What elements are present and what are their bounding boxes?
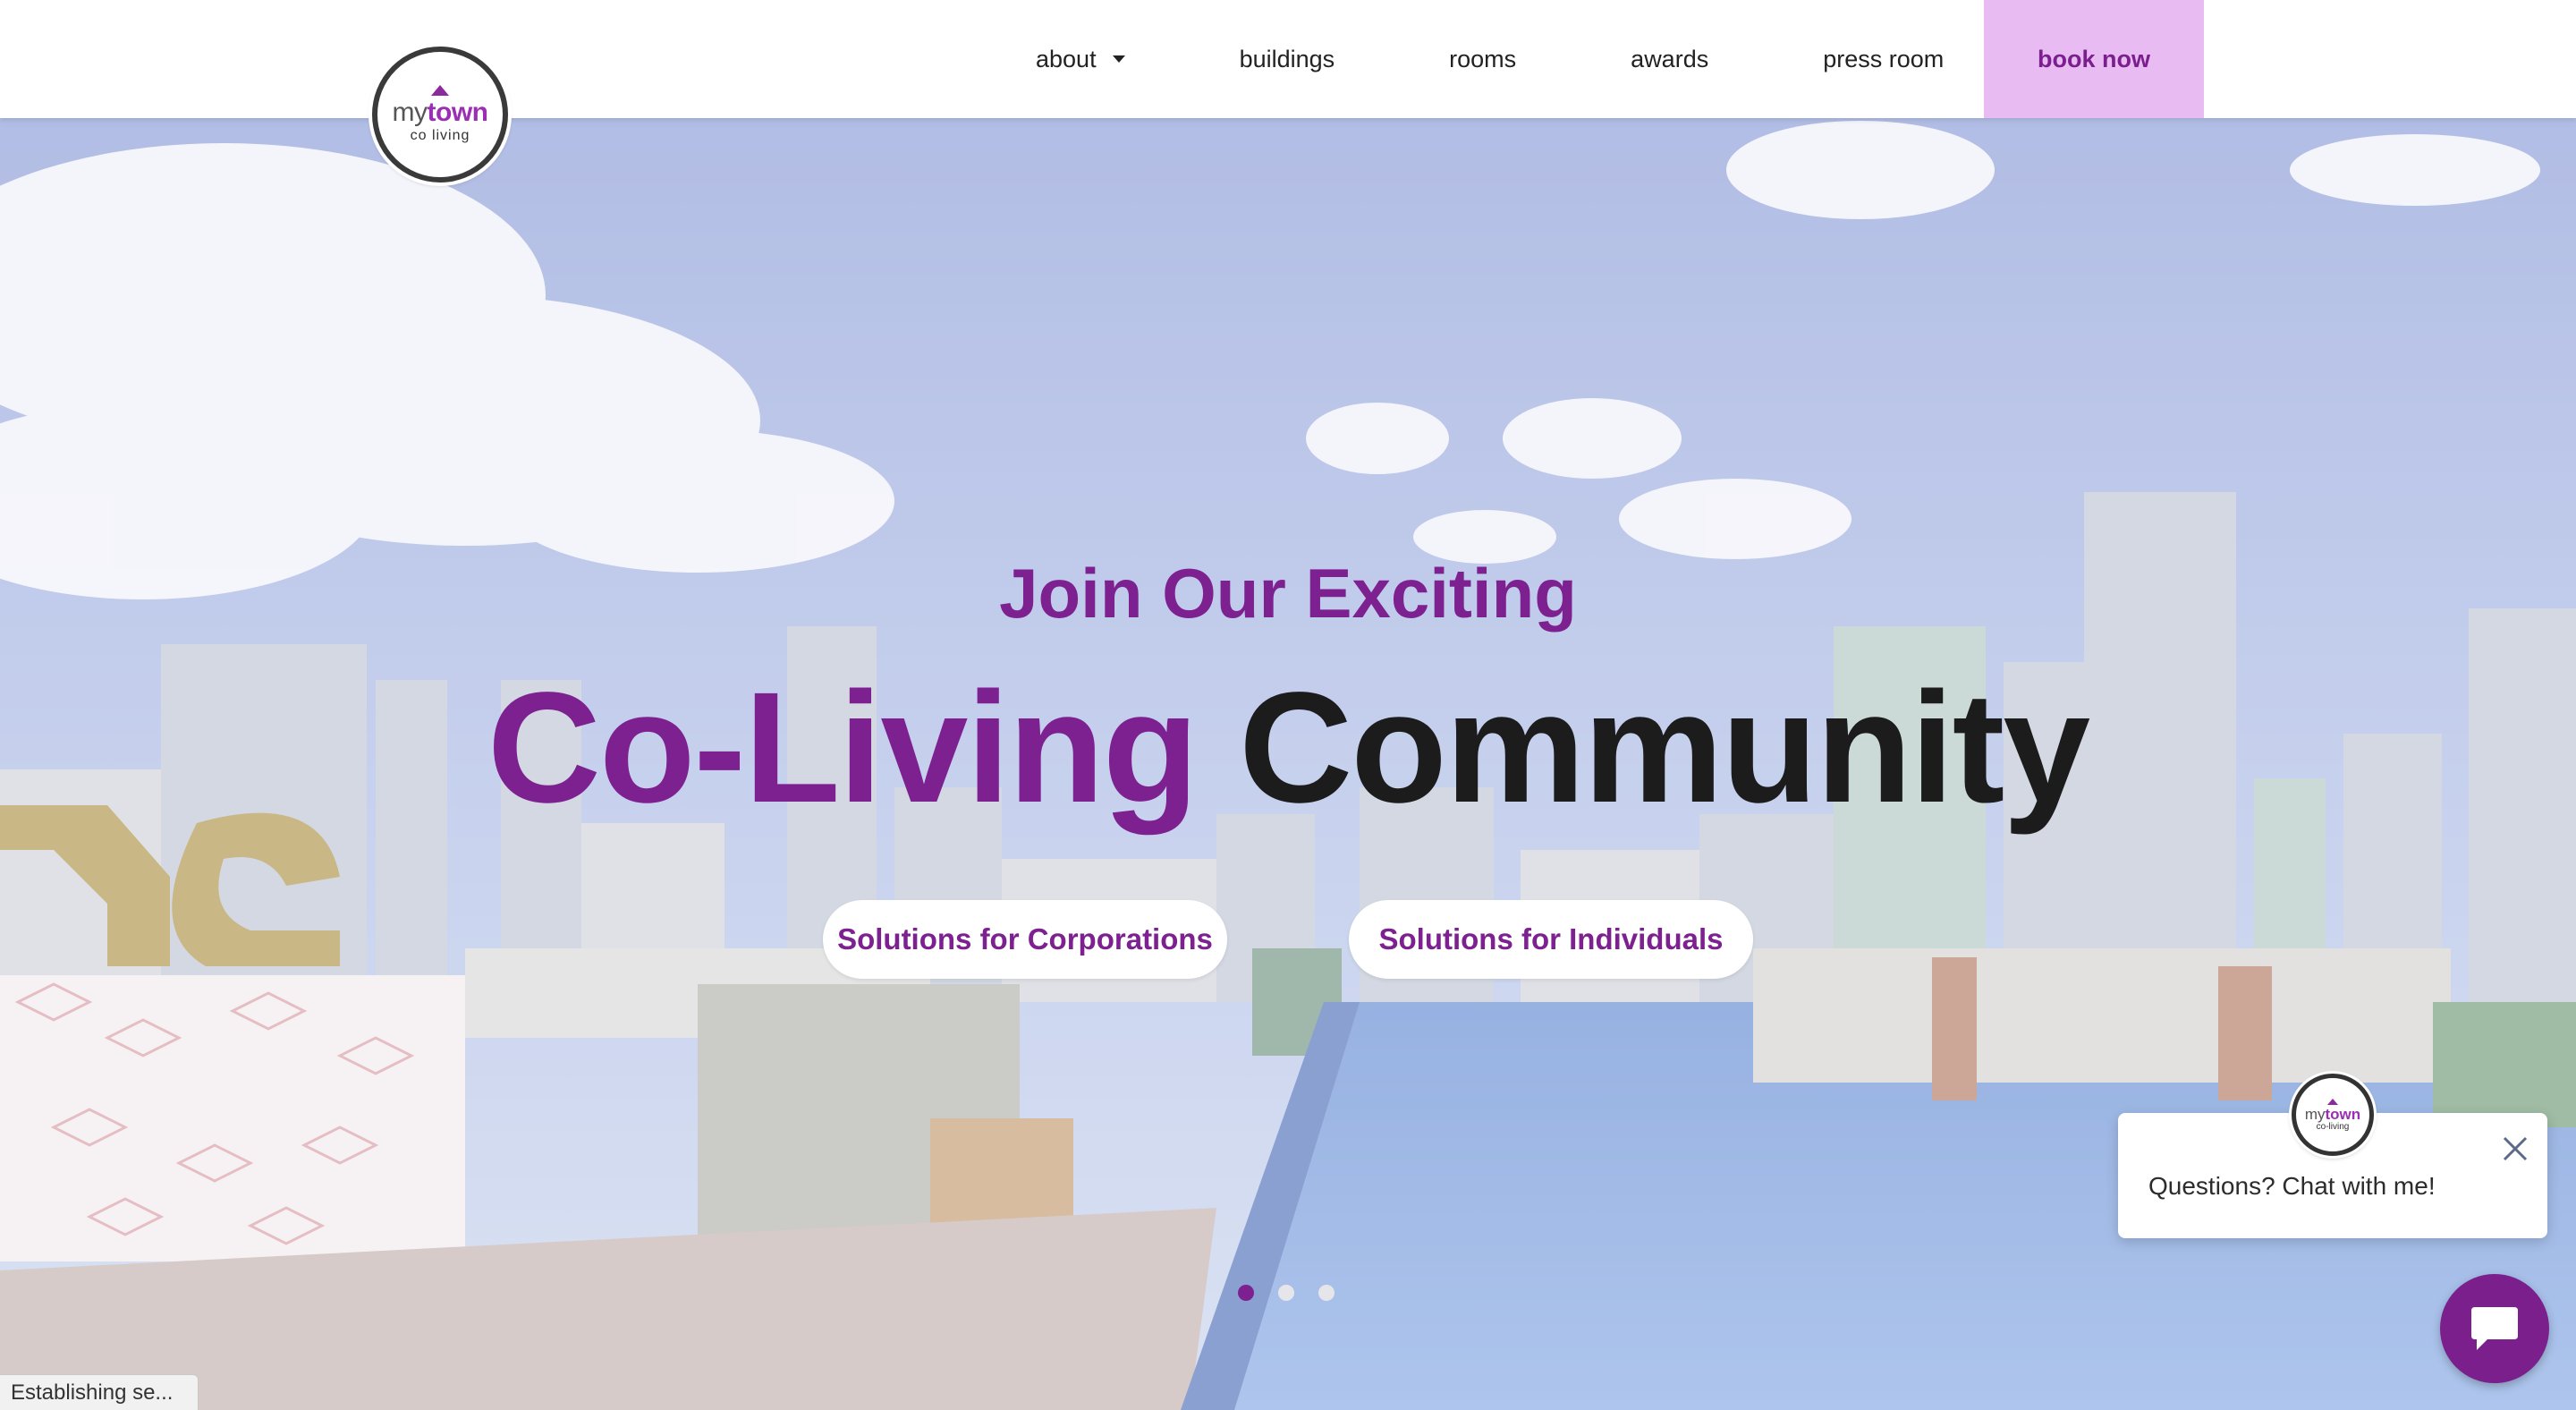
carousel-dot-1[interactable] — [1238, 1285, 1254, 1301]
roof-icon — [431, 85, 449, 96]
chat-launcher-button[interactable] — [2440, 1274, 2549, 1383]
hero-kicker: Join Our Exciting — [999, 554, 1577, 633]
carousel-dot-3[interactable] — [1318, 1285, 1335, 1301]
individuals-button[interactable]: Solutions for Individuals — [1349, 900, 1753, 979]
corporations-button[interactable]: Solutions for Corporations — [823, 900, 1227, 979]
close-icon[interactable] — [2499, 1133, 2531, 1165]
nav-awards[interactable]: awards — [1573, 0, 1766, 118]
nav-about-label: about — [1036, 45, 1097, 72]
caret-down-icon — [1112, 55, 1125, 63]
headline-colored: Co-Living — [487, 660, 1199, 836]
chat-bubble-icon — [2471, 1307, 2518, 1350]
main-nav: about buildings rooms awards press room — [993, 0, 2001, 118]
chat-avatar-town: town — [2325, 1105, 2361, 1123]
site-logo[interactable]: mytown co living — [372, 47, 508, 183]
hero-headline: Co-Living Community — [0, 667, 2576, 828]
chat-avatar: mytown co-living — [2292, 1074, 2374, 1156]
logo-my: my — [392, 98, 428, 127]
nav-about[interactable]: about — [993, 0, 1182, 118]
nav-buildings[interactable]: buildings — [1182, 0, 1393, 118]
chat-avatar-subtitle: co-living — [2316, 1121, 2350, 1132]
logo-town: town — [427, 98, 488, 127]
chat-avatar-wordmark: mytown — [2305, 1107, 2360, 1122]
logo-subtitle: co living — [410, 128, 470, 143]
nav-press-room[interactable]: press room — [1766, 0, 2001, 118]
carousel-dots — [1238, 1285, 1335, 1301]
book-now-button[interactable]: book now — [1984, 0, 2204, 118]
browser-status-bar: Establishing se... — [0, 1374, 199, 1410]
carousel-dot-2[interactable] — [1278, 1285, 1294, 1301]
chat-avatar-my: my — [2304, 1105, 2326, 1123]
roof-icon — [2327, 1098, 2338, 1105]
nav-rooms[interactable]: rooms — [1392, 0, 1573, 118]
chat-message: Questions? Chat with me! — [2148, 1172, 2436, 1200]
logo-wordmark: mytown — [393, 99, 488, 126]
headline-dark: Community — [1239, 660, 2090, 836]
